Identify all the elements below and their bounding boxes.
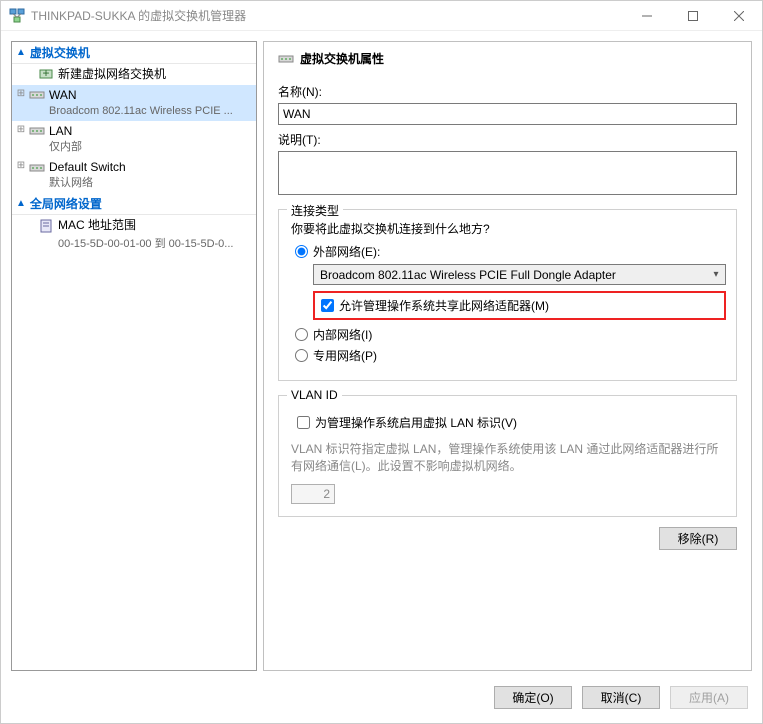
radio-external-label: 外部网络(E): xyxy=(313,243,380,260)
titlebar: THINKPAD-SUKKA 的虚拟交换机管理器 xyxy=(1,1,762,31)
switch-icon xyxy=(29,123,45,139)
new-switch-icon: + xyxy=(38,66,54,82)
section-global-network[interactable]: ▲ 全局网络设置 xyxy=(12,193,256,215)
radio-private-label: 专用网络(P) xyxy=(313,347,377,364)
checkbox-share-adapter[interactable]: 允许管理操作系统共享此网络适配器(M) xyxy=(313,291,726,320)
switch-icon xyxy=(29,160,45,176)
tree-item-wan[interactable]: ⊞ WAN Broadcom 802.11ac Wireless PCIE ..… xyxy=(12,85,256,121)
adapter-selected: Broadcom 802.11ac Wireless PCIE Full Don… xyxy=(314,268,707,282)
tree-item-mac-range[interactable]: MAC 地址范围 00-15-5D-00-01-00 到 00-15-5D-0.… xyxy=(12,215,256,254)
remove-button[interactable]: 移除(R) xyxy=(659,527,737,550)
checkbox-vlan-enable-input[interactable] xyxy=(297,416,310,429)
vlan-id-input xyxy=(291,484,335,504)
collapse-icon: ▲ xyxy=(16,198,26,209)
tree-sublabel: 00-15-5D-00-01-00 到 00-15-5D-0... xyxy=(38,237,233,252)
section-title: 全局网络设置 xyxy=(30,195,102,212)
tree-label: 新建虚拟网络交换机 xyxy=(58,66,166,83)
properties-title: 虚拟交换机属性 xyxy=(300,50,384,67)
description-input[interactable] xyxy=(278,151,737,195)
tree-item-lan[interactable]: ⊞ LAN 仅内部 xyxy=(12,121,256,157)
collapse-icon: ▲ xyxy=(16,47,26,58)
tree-label: LAN xyxy=(49,123,72,140)
connection-prompt: 你要将此虚拟交换机连接到什么地方? xyxy=(291,220,726,237)
section-virtual-switches[interactable]: ▲ 虚拟交换机 xyxy=(12,42,256,64)
chevron-down-icon: ▾ xyxy=(707,269,725,280)
checkbox-share-adapter-input[interactable] xyxy=(321,299,334,312)
adapter-dropdown[interactable]: Broadcom 802.11ac Wireless PCIE Full Don… xyxy=(313,264,726,285)
tree-sublabel: 仅内部 xyxy=(29,140,254,155)
tree-sublabel: 默认网络 xyxy=(29,176,254,191)
radio-private-input[interactable] xyxy=(295,349,308,362)
sidebar-tree: ▲ 虚拟交换机 + 新建虚拟网络交换机 ⊞ xyxy=(11,41,257,671)
mac-range-icon xyxy=(38,218,54,234)
checkbox-vlan-enable[interactable]: 为管理操作系统启用虚拟 LAN 标识(V) xyxy=(291,410,726,435)
radio-external[interactable]: 外部网络(E): xyxy=(295,243,726,260)
checkbox-share-adapter-label: 允许管理操作系统共享此网络适配器(M) xyxy=(339,297,549,314)
app-icon xyxy=(9,8,25,24)
section-title: 虚拟交换机 xyxy=(30,44,90,61)
expand-icon[interactable]: ⊞ xyxy=(16,87,26,101)
tree-label: MAC 地址范围 xyxy=(58,217,136,234)
virtual-switch-manager-window: THINKPAD-SUKKA 的虚拟交换机管理器 ▲ 虚拟交换机 xyxy=(0,0,763,724)
apply-button[interactable]: 应用(A) xyxy=(670,686,748,709)
remove-row: 移除(R) xyxy=(278,527,737,550)
radio-private[interactable]: 专用网络(P) xyxy=(295,347,726,364)
connection-type-group: 连接类型 你要将此虚拟交换机连接到什么地方? 外部网络(E): Broadcom… xyxy=(278,209,737,381)
expand-icon[interactable]: ⊞ xyxy=(16,159,26,173)
properties-panel: 虚拟交换机属性 名称(N): 说明(T): 连接类型 你要将此虚拟交换机连接到什… xyxy=(263,41,752,671)
tree-sublabel: Broadcom 802.11ac Wireless PCIE ... xyxy=(29,104,254,119)
switch-icon xyxy=(29,87,45,103)
properties-header: 虚拟交换机属性 xyxy=(278,50,737,67)
radio-internal[interactable]: 内部网络(I) xyxy=(295,326,726,343)
maximize-button[interactable] xyxy=(670,1,716,30)
window-title: THINKPAD-SUKKA 的虚拟交换机管理器 xyxy=(31,7,624,24)
vlan-legend: VLAN ID xyxy=(287,388,342,402)
radio-external-input[interactable] xyxy=(295,245,308,258)
dialog-body: ▲ 虚拟交换机 + 新建虚拟网络交换机 ⊞ xyxy=(1,31,762,681)
svg-text:+: + xyxy=(42,66,49,80)
tree-item-default-switch[interactable]: ⊞ Default Switch 默认网络 xyxy=(12,157,256,193)
tree-item-new-switch[interactable]: + 新建虚拟网络交换机 xyxy=(12,64,256,85)
tree-label: WAN xyxy=(49,87,77,104)
close-button[interactable] xyxy=(716,1,762,30)
name-input[interactable] xyxy=(278,103,737,125)
window-controls xyxy=(624,1,762,30)
connection-type-legend: 连接类型 xyxy=(287,202,343,219)
vlan-group: VLAN ID 为管理操作系统启用虚拟 LAN 标识(V) VLAN 标识符指定… xyxy=(278,395,737,517)
minimize-button[interactable] xyxy=(624,1,670,30)
tree-label: Default Switch xyxy=(49,159,126,176)
description-label: 说明(T): xyxy=(278,131,737,148)
ok-button[interactable]: 确定(O) xyxy=(494,686,572,709)
name-label: 名称(N): xyxy=(278,83,737,100)
switch-properties-icon xyxy=(278,51,294,67)
radio-internal-label: 内部网络(I) xyxy=(313,326,372,343)
expand-icon[interactable]: ⊞ xyxy=(16,123,26,137)
radio-internal-input[interactable] xyxy=(295,328,308,341)
checkbox-vlan-enable-label: 为管理操作系统启用虚拟 LAN 标识(V) xyxy=(315,414,517,431)
vlan-description: VLAN 标识符指定虚拟 LAN，管理操作系统使用该 LAN 通过此网络适配器进… xyxy=(291,441,726,476)
cancel-button[interactable]: 取消(C) xyxy=(582,686,660,709)
dialog-footer: 确定(O) 取消(C) 应用(A) xyxy=(1,681,762,723)
